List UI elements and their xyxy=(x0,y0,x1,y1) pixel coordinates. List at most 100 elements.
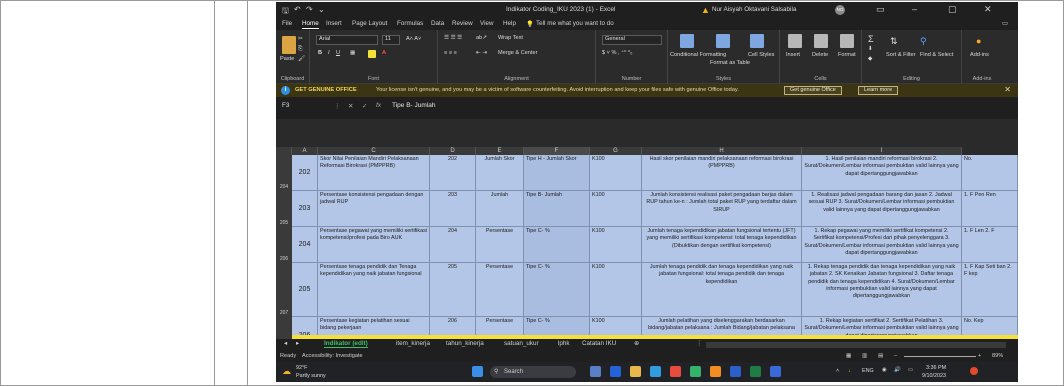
chat-app-icon[interactable] xyxy=(610,366,621,377)
redo-icon[interactable]: ↷ xyxy=(306,5,313,14)
cell-k[interactable]: K100 xyxy=(590,155,642,191)
format-cells-icon[interactable] xyxy=(840,34,854,48)
align-top-icon[interactable]: ☰ ☰ ☰ xyxy=(444,35,462,41)
save-icon[interactable]: 🖫 xyxy=(282,5,289,19)
cell-code[interactable]: 203 xyxy=(430,191,476,227)
menu-view[interactable]: View xyxy=(480,20,494,27)
indent-icon[interactable]: ⇤ ⇥ xyxy=(476,50,487,56)
cell-description[interactable]: Skor Nilai Penilaian Mandiri Pelaksanaan… xyxy=(318,155,430,191)
format-button[interactable]: Format xyxy=(838,52,856,58)
find-select-button[interactable]: Find & Select xyxy=(920,52,953,58)
conditional-formatting-icon[interactable] xyxy=(680,34,694,48)
delete-cells-icon[interactable] xyxy=(814,34,828,48)
cell-definition[interactable]: Jumlah konsistensi realisasi paket penga… xyxy=(642,191,802,227)
col-header-c[interactable]: C xyxy=(318,147,430,155)
cell-source[interactable]: 1. Hasil penilaian mandiri reformasi bir… xyxy=(802,155,962,191)
number-format-select[interactable]: General xyxy=(602,35,662,45)
sort-filter-icon[interactable]: ⇅ xyxy=(890,36,898,47)
currency-icon[interactable]: $ ˅ % , ⁺⁰ ⁰₀ xyxy=(602,50,632,56)
conditional-formatting-button[interactable]: Conditional Formatting xyxy=(670,52,726,58)
clock-time[interactable]: 3:36 PM xyxy=(926,365,946,371)
cell-type[interactable]: Tipe C- % xyxy=(524,263,590,317)
cell-extra[interactable]: No. xyxy=(962,155,1018,191)
undo-icon[interactable]: ↶ xyxy=(294,5,301,14)
file-explorer-icon[interactable] xyxy=(630,366,641,377)
cell-definition[interactable]: Hasil skor penilaian mandiri pelaksanaan… xyxy=(642,155,802,191)
task-view-icon[interactable] xyxy=(590,366,601,377)
cancel-formula-icon[interactable]: ✕ xyxy=(348,102,353,110)
format-as-table-icon[interactable] xyxy=(716,34,730,48)
bold-icon[interactable]: B xyxy=(318,50,322,56)
sheet-scroll-options-icon[interactable]: ⋮ xyxy=(696,340,702,347)
find-select-icon[interactable]: ⚲ xyxy=(920,36,927,47)
fill-color-icon[interactable] xyxy=(368,50,376,58)
cell-code[interactable]: 205 xyxy=(430,263,476,317)
insert-button[interactable]: Insert xyxy=(786,52,800,58)
insert-cells-icon[interactable] xyxy=(788,34,802,48)
sort-filter-button[interactable]: Sort & Filter xyxy=(886,52,916,58)
comments-icon[interactable]: ▭ xyxy=(1002,20,1008,27)
avatar[interactable]: NO xyxy=(835,5,845,15)
quick-access-more-icon[interactable]: ⌄ xyxy=(318,5,325,14)
normal-view-icon[interactable]: ▦ xyxy=(846,353,851,359)
minimize-icon[interactable]: – xyxy=(912,4,917,14)
zoom-slider[interactable] xyxy=(904,356,976,357)
cell-id[interactable]: 205 xyxy=(292,263,318,317)
menu-home[interactable]: Home xyxy=(302,20,319,29)
user-name[interactable]: Nur Aisyah Oktavani Salsabila xyxy=(712,6,796,13)
merge-center-button[interactable]: Merge & Center xyxy=(498,50,537,56)
borders-icon[interactable]: ▦ xyxy=(350,50,355,56)
row-header[interactable]: 205 xyxy=(276,191,292,227)
horizontal-scrollbar[interactable] xyxy=(706,342,1006,348)
tray-app-icon[interactable]: ↓ xyxy=(848,368,851,374)
paste-button[interactable]: Paste xyxy=(280,56,294,62)
delete-button[interactable]: Delete xyxy=(812,52,828,58)
learn-more-button[interactable]: Learn more xyxy=(858,86,899,95)
col-header-i[interactable]: I xyxy=(802,147,962,155)
zoom-level[interactable]: 89% xyxy=(992,353,1003,359)
sheet-next-icon[interactable]: ▸ xyxy=(296,340,299,347)
cell-definition[interactable]: Jumlah tenaga kependidikan jabatan fungs… xyxy=(642,227,802,263)
page-break-view-icon[interactable]: ▤ xyxy=(878,353,883,359)
word-icon[interactable] xyxy=(730,366,741,377)
select-all-corner[interactable] xyxy=(276,147,292,155)
maximize-icon[interactable]: ▢ xyxy=(948,4,957,15)
cell-type[interactable]: Tipe B- Jumlah xyxy=(524,191,590,227)
fill-icon[interactable]: ⬇ xyxy=(868,46,873,52)
cell-type[interactable]: Tipe H - Jumlah Skor xyxy=(524,155,590,191)
taskbar-search[interactable]: ⚲ Search xyxy=(490,366,576,378)
format-as-table-button[interactable]: Format as Table xyxy=(710,60,750,66)
col-header-g[interactable]: G xyxy=(590,147,642,155)
cell-id[interactable]: 203 xyxy=(292,191,318,227)
cell-id[interactable]: 202 xyxy=(292,155,318,191)
battery-icon[interactable]: ▭ xyxy=(908,367,913,373)
cell-code[interactable]: 202 xyxy=(430,155,476,191)
name-box[interactable]: F3 xyxy=(280,102,328,113)
cell-description[interactable]: Persentase pegawai yang memiliki sertifi… xyxy=(318,227,430,263)
worksheet-grid[interactable]: A C D E F G H I 204 202 Skor Nilai Penilai… xyxy=(276,119,1018,359)
cell-styles-button[interactable]: Cell Styles xyxy=(748,52,774,58)
add-sheet-icon[interactable]: ⊕ xyxy=(634,340,639,347)
copy-icon[interactable]: ⎘ xyxy=(298,46,302,53)
cell-type[interactable]: Tipe C- % xyxy=(524,227,590,263)
volume-icon[interactable]: 🔊 xyxy=(894,367,901,373)
tell-me-search[interactable]: Tell me what you want to do xyxy=(536,20,614,27)
cut-icon[interactable]: ✂ xyxy=(298,36,303,42)
col-header-e[interactable]: E xyxy=(476,147,524,155)
weather-desc[interactable]: Partly sunny xyxy=(296,373,326,379)
cell-description[interactable]: Persentase konsistensi pengadaan dengan … xyxy=(318,191,430,227)
addins-icon[interactable]: ● xyxy=(976,36,981,46)
chrome-icon[interactable] xyxy=(670,366,681,377)
tab-lphk[interactable]: lphk xyxy=(558,340,570,347)
close-icon[interactable]: ✕ xyxy=(984,4,992,15)
excel-icon[interactable] xyxy=(750,366,761,377)
clear-icon[interactable]: ◆ xyxy=(868,56,872,62)
menu-file[interactable]: File xyxy=(282,20,292,27)
wrap-text-button[interactable]: Wrap Text xyxy=(498,35,523,41)
weather-icon[interactable]: ☁ xyxy=(282,366,291,377)
cell-id[interactable]: 204 xyxy=(292,227,318,263)
cell-extra[interactable]: 1. F Kap Seti ban 2. F kep xyxy=(962,263,1018,317)
cell-code[interactable]: 204 xyxy=(430,227,476,263)
align-left-icon[interactable]: ≡ ≡ ≡ xyxy=(444,50,457,56)
row-header[interactable]: 207 xyxy=(276,263,292,317)
